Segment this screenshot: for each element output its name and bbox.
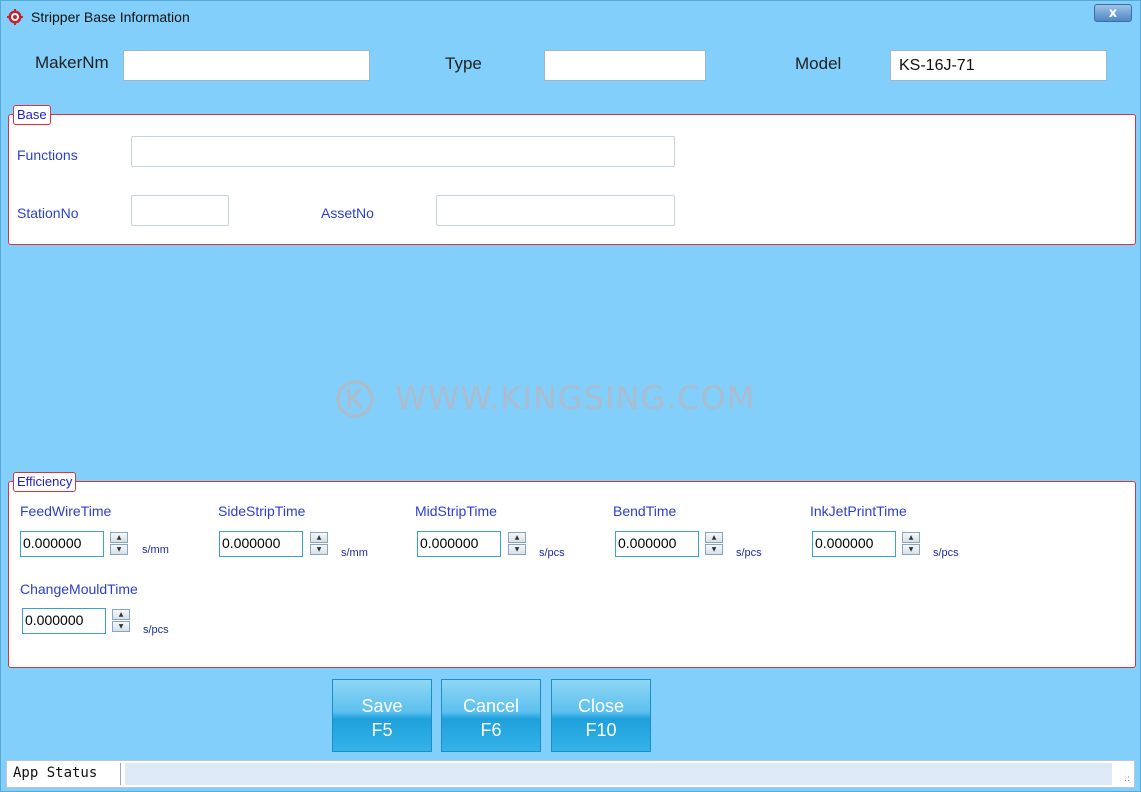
gear-icon bbox=[7, 9, 23, 25]
bendtime-stepper[interactable]: ▲ ▼ bbox=[705, 532, 725, 556]
watermark-text: WWW.KINGSING.COM bbox=[395, 379, 756, 417]
inkjetprinttime-unit: s/pcs bbox=[933, 547, 959, 559]
stationno-label: StationNo bbox=[17, 205, 79, 221]
sidestriptime-unit: s/mm bbox=[341, 547, 368, 559]
save-button[interactable]: Save F5 bbox=[332, 679, 432, 752]
spin-up-icon[interactable]: ▲ bbox=[310, 532, 328, 543]
sidestriptime-label: SideStripTime bbox=[218, 503, 306, 519]
feedwiretime-input[interactable]: 0.000000 bbox=[20, 531, 104, 557]
close-button[interactable]: Close F10 bbox=[551, 679, 651, 752]
midstriptime-unit: s/pcs bbox=[539, 547, 565, 559]
stationno-input[interactable] bbox=[131, 195, 229, 226]
resize-grip-icon[interactable]: .: bbox=[1124, 774, 1130, 784]
kingsing-logo-icon bbox=[336, 380, 374, 418]
makernm-input[interactable] bbox=[123, 50, 370, 81]
spin-up-icon[interactable]: ▲ bbox=[705, 532, 723, 543]
close-button-label: Close bbox=[577, 696, 625, 716]
bendtime-unit: s/pcs bbox=[736, 547, 762, 559]
bendtime-label: BendTime bbox=[613, 503, 677, 519]
midstriptime-stepper[interactable]: ▲ ▼ bbox=[508, 532, 528, 556]
feedwiretime-label: FeedWireTime bbox=[20, 503, 112, 519]
assetno-label: AssetNo bbox=[321, 205, 374, 221]
inkjetprinttime-label: InkJetPrintTime bbox=[810, 503, 907, 519]
midstriptime-label: MidStripTime bbox=[415, 503, 497, 519]
status-text: App Status bbox=[13, 765, 98, 781]
bendtime-input[interactable]: 0.000000 bbox=[615, 531, 699, 557]
close-icon: x bbox=[1108, 6, 1118, 21]
window-close-button[interactable]: x bbox=[1094, 4, 1132, 22]
status-field bbox=[125, 763, 1112, 785]
feedwiretime-unit: s/mm bbox=[142, 544, 169, 556]
model-input[interactable] bbox=[890, 50, 1107, 81]
changemouldtime-stepper[interactable]: ▲ ▼ bbox=[112, 609, 132, 633]
changemouldtime-unit: s/pcs bbox=[143, 624, 169, 636]
base-group-title: Base bbox=[13, 105, 51, 125]
spin-down-icon[interactable]: ▼ bbox=[705, 544, 723, 555]
title-bar[interactable]: Stripper Base Information x bbox=[1, 1, 1140, 33]
spin-down-icon[interactable]: ▼ bbox=[508, 544, 526, 555]
spin-down-icon[interactable]: ▼ bbox=[110, 544, 128, 555]
midstriptime-input[interactable]: 0.000000 bbox=[417, 531, 501, 557]
makernm-label: MakerNm bbox=[35, 53, 109, 72]
changemouldtime-label: ChangeMouldTime bbox=[20, 581, 138, 597]
spin-down-icon[interactable]: ▼ bbox=[112, 621, 130, 632]
status-bar: App Status .: bbox=[6, 760, 1135, 788]
type-label: Type bbox=[445, 54, 482, 73]
feedwiretime-stepper[interactable]: ▲ ▼ bbox=[110, 532, 130, 556]
inkjetprinttime-stepper[interactable]: ▲ ▼ bbox=[902, 532, 922, 556]
spin-down-icon[interactable]: ▼ bbox=[902, 544, 920, 555]
status-separator bbox=[120, 763, 121, 785]
cancel-button-label: Cancel bbox=[462, 696, 520, 716]
spin-up-icon[interactable]: ▲ bbox=[902, 532, 920, 543]
spin-up-icon[interactable]: ▲ bbox=[110, 532, 128, 543]
close-button-key: F10 bbox=[585, 720, 617, 740]
sidestriptime-stepper[interactable]: ▲ ▼ bbox=[310, 532, 330, 556]
model-label: Model bbox=[795, 54, 842, 73]
assetno-input[interactable] bbox=[436, 195, 675, 226]
changemouldtime-input[interactable]: 0.000000 bbox=[22, 608, 106, 634]
spin-up-icon[interactable]: ▲ bbox=[508, 532, 526, 543]
functions-label: Functions bbox=[17, 147, 78, 163]
stripper-base-window: Stripper Base Information x MakerNm Type… bbox=[0, 0, 1141, 792]
functions-input[interactable] bbox=[131, 136, 675, 167]
efficiency-group-title: Efficiency bbox=[13, 472, 77, 492]
spin-down-icon[interactable]: ▼ bbox=[310, 544, 328, 555]
save-button-label: Save bbox=[361, 696, 403, 716]
sidestriptime-input[interactable]: 0.000000 bbox=[219, 531, 303, 557]
efficiency-group bbox=[8, 481, 1136, 668]
save-button-key: F5 bbox=[371, 720, 393, 740]
type-input[interactable] bbox=[544, 50, 706, 81]
spin-up-icon[interactable]: ▲ bbox=[112, 609, 130, 620]
inkjetprinttime-input[interactable]: 0.000000 bbox=[812, 531, 896, 557]
window-title: Stripper Base Information bbox=[31, 9, 190, 25]
cancel-button[interactable]: Cancel F6 bbox=[441, 679, 541, 752]
cancel-button-key: F6 bbox=[480, 720, 502, 740]
